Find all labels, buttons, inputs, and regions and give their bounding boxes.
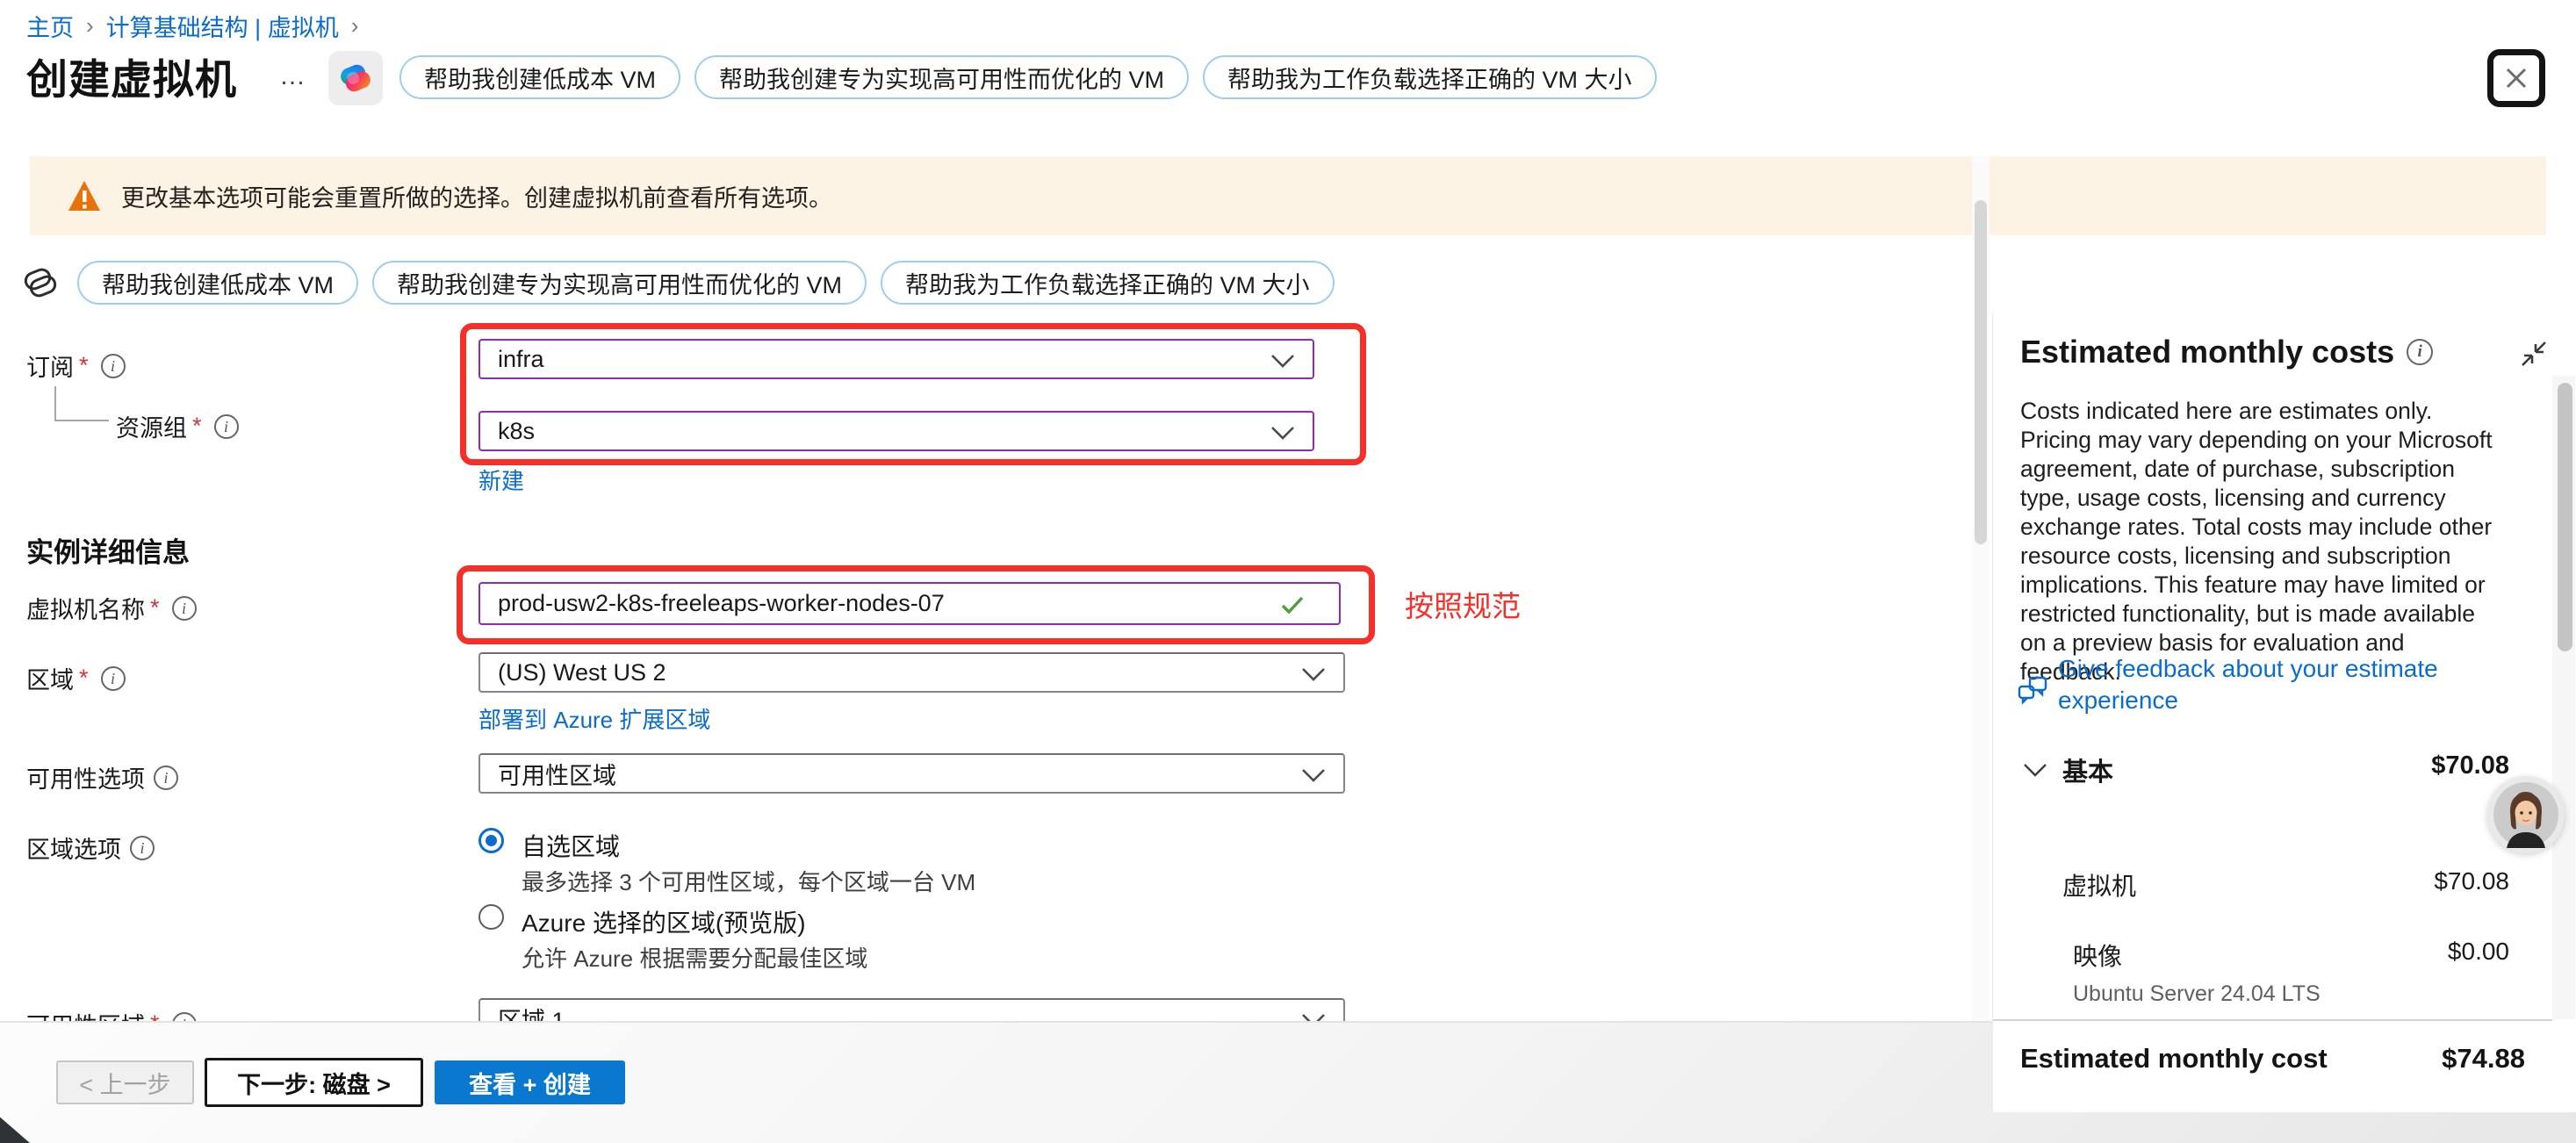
info-icon[interactable]: i — [101, 354, 126, 378]
estimate-feedback-link[interactable]: Give feedback about your estimate experi… — [2058, 653, 2471, 716]
zone-options-label: 区域选项 i — [26, 830, 155, 865]
annotation-note: 按照规范 — [1405, 583, 1521, 625]
zone-option-azure: Azure 选择的区域(预览版) — [479, 904, 806, 939]
radio-azure-unselected[interactable] — [479, 904, 504, 930]
vm-name-value: prod-usw2-k8s-freeleaps-worker-nodes-07 — [498, 590, 945, 617]
collapse-panel-icon[interactable] — [2517, 337, 2551, 370]
resource-group-dropdown[interactable]: k8s — [479, 411, 1314, 451]
total-cost-amount: $74.88 — [2442, 1043, 2525, 1075]
deploy-extended-zones-link[interactable]: 部署到 Azure 扩展区域 — [479, 702, 710, 735]
close-icon — [2499, 61, 2534, 96]
region-label: 区域* i — [26, 661, 126, 695]
cost-item-image-label: 映像 — [2073, 938, 2122, 973]
zone-option-self: 自选区域 — [479, 828, 620, 863]
cost-item-vm-label: 虚拟机 — [2062, 867, 2136, 902]
chip-low-cost-vm[interactable]: 帮助我创建低成本 VM — [399, 55, 680, 99]
warning-icon — [67, 179, 102, 212]
radio-self-selected[interactable] — [479, 828, 504, 853]
chip-right-vm-size[interactable]: 帮助我为工作负载选择正确的 VM 大小 — [1203, 55, 1657, 99]
availability-options-dropdown[interactable]: 可用性区域 — [479, 753, 1345, 794]
feedback-bubbles-icon — [2018, 676, 2051, 708]
region-dropdown[interactable]: (US) West US 2 — [479, 652, 1345, 693]
subscription-dropdown[interactable]: infra — [479, 339, 1314, 379]
cost-item-image-sub: Ubuntu Server 24.04 LTS — [2073, 981, 2321, 1007]
copilot-suggestion-chips-top: 帮助我创建低成本 VM 帮助我创建专为实现高可用性而优化的 VM 帮助我为工作负… — [399, 55, 1657, 99]
previous-step-button[interactable]: < 上一步 — [56, 1060, 194, 1104]
chevron-right-icon: › — [351, 12, 359, 40]
field-connector — [54, 386, 56, 421]
vm-name-input[interactable]: prod-usw2-k8s-freeleaps-worker-nodes-07 — [479, 582, 1341, 625]
valid-check-icon — [1281, 596, 1304, 615]
info-icon[interactable]: i — [101, 666, 126, 691]
availability-options-label: 可用性选项 i — [26, 760, 178, 794]
chevron-down-icon — [1301, 768, 1326, 783]
info-icon[interactable]: i — [214, 414, 239, 439]
breadcrumb-home-link[interactable]: 主页 — [26, 9, 74, 43]
copilot-icon — [335, 58, 376, 98]
subscription-label: 订阅* i — [26, 349, 126, 383]
warning-banner: 更改基本选项可能会重置所做的选择。创建虚拟机前查看所有选项。 — [30, 156, 2546, 235]
availability-options-value: 可用性区域 — [498, 757, 616, 791]
chip-high-availability-vm[interactable]: 帮助我创建专为实现高可用性而优化的 VM — [694, 55, 1189, 99]
chevron-down-icon — [1270, 354, 1295, 369]
radio-azure-label[interactable]: Azure 选择的区域(预览版) — [522, 904, 806, 939]
cost-group-basic-amount: $70.08 — [2431, 751, 2509, 780]
chip-high-availability-vm[interactable]: 帮助我创建专为实现高可用性而优化的 VM — [372, 261, 867, 305]
next-step-disks-button[interactable]: 下一步: 磁盘 > — [205, 1058, 423, 1107]
field-connector — [54, 420, 109, 421]
resource-group-label: 资源组* i — [116, 409, 239, 443]
page-title: 创建虚拟机 — [26, 46, 237, 106]
region-value: (US) West US 2 — [498, 659, 666, 687]
chevron-right-icon: › — [86, 12, 94, 40]
breadcrumb: 主页 › 计算基础结构 | 虚拟机 › — [26, 9, 358, 43]
panel-scrollbar-thumb[interactable] — [2558, 383, 2572, 651]
more-options-button[interactable]: … — [279, 61, 308, 91]
chevron-down-icon — [1301, 667, 1326, 682]
create-vm-page: 主页 › 计算基础结构 | 虚拟机 › 创建虚拟机 … 帮助我创建低成本 VM … — [0, 0, 2576, 1143]
review-create-button[interactable]: 查看 + 创建 — [435, 1060, 625, 1104]
breadcrumb-section-link[interactable]: 计算基础结构 | 虚拟机 — [106, 9, 339, 43]
info-icon[interactable]: i — [172, 596, 197, 621]
instance-details-heading: 实例详细信息 — [26, 530, 190, 570]
cost-item-image-amount: $0.00 — [2448, 938, 2509, 966]
copilot-outline-icon — [18, 260, 63, 306]
info-icon[interactable]: i — [2407, 339, 2433, 365]
assistant-avatar[interactable] — [2487, 776, 2565, 853]
chip-right-vm-size[interactable]: 帮助我为工作负载选择正确的 VM 大小 — [881, 261, 1335, 305]
panel-divider — [1993, 1019, 2552, 1021]
close-button[interactable] — [2487, 49, 2545, 107]
radio-self-description: 最多选择 3 个可用性区域，每个区域一台 VM — [522, 865, 975, 897]
estimated-costs-panel: Estimated monthly costs i Costs indicate… — [1992, 313, 2576, 1112]
chip-low-cost-vm[interactable]: 帮助我创建低成本 VM — [77, 261, 358, 305]
radio-self-label[interactable]: 自选区域 — [522, 828, 620, 863]
costs-panel-title: Estimated monthly costs i — [2020, 334, 2433, 370]
radio-azure-description: 允许 Azure 根据需要分配最佳区域 — [522, 941, 867, 974]
copilot-suggestion-chips-inline: 帮助我创建低成本 VM 帮助我创建专为实现高可用性而优化的 VM 帮助我为工作负… — [18, 260, 1335, 306]
avatar-image — [2493, 781, 2559, 848]
total-cost-label: Estimated monthly cost — [2020, 1043, 2328, 1075]
chevron-down-icon — [1270, 426, 1295, 441]
resource-group-value: k8s — [498, 418, 535, 445]
info-icon[interactable]: i — [154, 766, 178, 790]
info-icon[interactable]: i — [130, 836, 155, 860]
cost-item-vm-amount: $70.08 — [2434, 867, 2509, 895]
chevron-down-icon[interactable] — [2022, 762, 2048, 778]
estimate-feedback: Give feedback about your estimate experi… — [1993, 622, 2520, 701]
warning-text: 更改基本选项可能会重置所做的选择。创建虚拟机前查看所有选项。 — [121, 179, 832, 213]
copilot-button[interactable] — [328, 51, 383, 105]
cost-group-basic[interactable]: 基本 — [2062, 751, 2113, 788]
create-new-link[interactable]: 新建 — [479, 464, 524, 496]
vm-name-label: 虚拟机名称* i — [26, 591, 197, 625]
main-scrollbar-thumb[interactable] — [1975, 200, 1987, 544]
subscription-value: infra — [498, 346, 544, 373]
